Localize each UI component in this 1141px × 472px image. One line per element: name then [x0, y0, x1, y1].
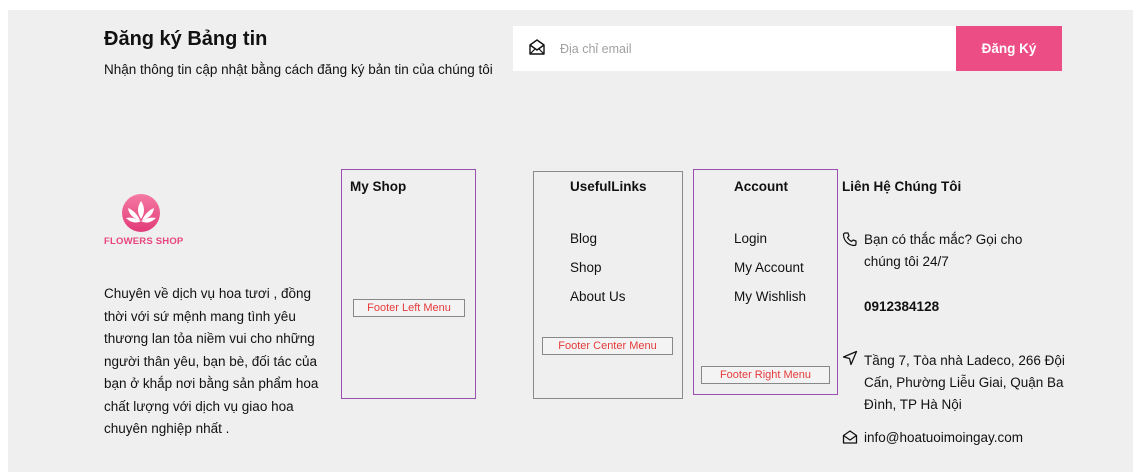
contact-question-line-2: chúng tôi 24/7	[864, 254, 949, 269]
email-input[interactable]	[555, 26, 935, 71]
myshop-menu-box	[341, 169, 476, 399]
account-heading: Account	[734, 179, 788, 194]
footer-link-blog[interactable]: Blog	[570, 231, 597, 246]
footer-link-shop[interactable]: Shop	[570, 260, 602, 275]
footer-link-my-account[interactable]: My Account	[734, 260, 804, 275]
contact-phone-link[interactable]: 0912384128	[864, 296, 939, 318]
newsletter-title: Đăng ký Bảng tin	[104, 28, 268, 50]
envelope-icon	[529, 39, 545, 55]
footer-left-menu-tag: Footer Left Menu	[353, 299, 465, 317]
footer-right-menu-tag: Footer Right Menu	[701, 366, 830, 384]
newsletter-description: Nhận thông tin cập nhật bằng cách đăng k…	[104, 62, 493, 77]
contact-heading: Liên Hệ Chúng Tôi	[842, 179, 962, 194]
footer-link-my-wishlist[interactable]: My Wishlish	[734, 289, 806, 304]
myshop-heading: My Shop	[350, 179, 407, 194]
contact-address-line-3: Đình, TP Hà Nội	[864, 397, 962, 412]
footer-link-about-us[interactable]: About Us	[570, 289, 626, 304]
subscribe-button[interactable]: Đăng Ký	[956, 26, 1062, 71]
contact-address-line-2: Cấn, Phường Liễu Giai, Quận Ba	[864, 375, 1064, 390]
contact-question-line-1: Bạn có thắc mắc? Gọi cho	[864, 232, 1023, 247]
phone-icon	[842, 232, 857, 247]
useful-links-heading: UsefulLinks	[570, 179, 647, 194]
contact-address-line-1: Tầng 7, Tòa nhà Ladeco, 266 Đội	[864, 353, 1065, 368]
about-text: Chuyên về dịch vụ hoa tươi , đồng thời v…	[104, 286, 319, 436]
footer-center-menu-tag: Footer Center Menu	[542, 337, 673, 355]
envelope-icon	[842, 430, 858, 444]
footer-link-login[interactable]: Login	[734, 231, 767, 246]
useful-links-menu-box	[533, 171, 683, 399]
account-menu-box	[693, 169, 838, 395]
contact-email-link[interactable]: info@hoatuoimoingay.com	[864, 427, 1023, 449]
logo-text: FLOWERS SHOP	[104, 236, 184, 247]
location-arrow-icon	[842, 350, 858, 366]
